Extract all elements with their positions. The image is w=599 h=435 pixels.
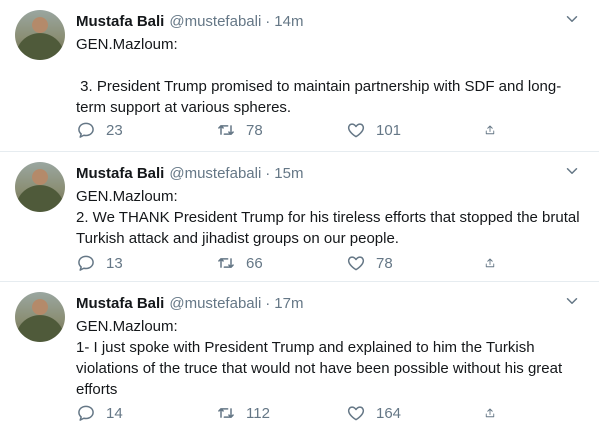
author-handle[interactable]: @mustefabali (169, 295, 261, 312)
tweet-header: Mustafa Bali @mustefabali · 14m (76, 10, 587, 32)
retweet-button[interactable]: 112 (216, 403, 346, 423)
reply-count: 23 (106, 121, 123, 139)
tweet[interactable]: Mustafa Bali @mustefabali · 15m GEN.Mazl… (0, 152, 599, 282)
timestamp[interactable]: 17m (274, 295, 303, 312)
reply-button[interactable]: 14 (76, 403, 216, 423)
share-button[interactable] (484, 253, 506, 273)
chevron-down-icon[interactable] (563, 292, 581, 310)
retweet-icon (218, 408, 234, 418)
reply-icon (78, 122, 94, 138)
like-button[interactable]: 78 (346, 253, 484, 273)
tweet-text: GEN.Mazloum: 1- I just spoke with Presid… (76, 318, 563, 398)
chevron-down-icon[interactable] (563, 162, 581, 180)
author-name[interactable]: Mustafa Bali (76, 13, 164, 30)
like-button[interactable]: 101 (346, 120, 484, 140)
share-icon (485, 258, 495, 268)
heart-icon (347, 406, 365, 421)
avatar[interactable] (15, 292, 65, 342)
author-handle[interactable]: @mustefabali (169, 13, 261, 30)
retweet-icon (218, 258, 234, 268)
retweet-count: 112 (246, 404, 270, 422)
tweet-actions: 14 112 164 (76, 402, 506, 424)
author-name[interactable]: Mustafa Bali (76, 295, 164, 312)
tweet-text: GEN.Mazloum: 3. President Trump promised… (76, 36, 562, 116)
avatar[interactable] (15, 162, 65, 212)
reply-icon (78, 405, 94, 421)
like-count: 78 (376, 254, 393, 272)
like-button[interactable]: 164 (346, 403, 484, 423)
author-name[interactable]: Mustafa Bali (76, 165, 164, 182)
tweet-text: GEN.Mazloum: 2. We THANK President Trump… (76, 188, 580, 247)
tweet-content: Mustafa Bali @mustefabali · 15m GEN.Mazl… (76, 162, 587, 249)
separator-dot: · (265, 12, 271, 30)
tweet-content: Mustafa Bali @mustefabali · 17m GEN.Mazl… (76, 292, 587, 400)
share-icon (485, 125, 495, 135)
heart-icon (347, 123, 365, 138)
timestamp[interactable]: 14m (274, 13, 303, 30)
chevron-down-icon[interactable] (563, 10, 581, 28)
author-handle[interactable]: @mustefabali (169, 165, 261, 182)
separator-dot: · (265, 294, 271, 312)
heart-icon (347, 256, 365, 271)
tweet-actions: 23 78 101 (76, 119, 506, 141)
tweet[interactable]: Mustafa Bali @mustefabali · 14m GEN.Mazl… (0, 0, 599, 152)
reply-button[interactable]: 23 (76, 120, 216, 140)
reply-icon (78, 255, 94, 271)
retweet-button[interactable]: 78 (216, 120, 346, 140)
retweet-count: 78 (246, 121, 263, 139)
separator-dot: · (265, 164, 271, 182)
reply-button[interactable]: 13 (76, 253, 216, 273)
share-button[interactable] (484, 120, 506, 140)
like-count: 164 (376, 404, 402, 422)
tweet-feed: Mustafa Bali @mustefabali · 14m GEN.Mazl… (0, 0, 599, 435)
share-button[interactable] (484, 403, 506, 423)
reply-count: 13 (106, 254, 123, 272)
tweet-content: Mustafa Bali @mustefabali · 14m GEN.Mazl… (76, 10, 587, 118)
avatar[interactable] (15, 10, 65, 60)
tweet-actions: 13 66 78 (76, 252, 506, 274)
tweet-header: Mustafa Bali @mustefabali · 17m (76, 292, 587, 314)
like-count: 101 (376, 121, 402, 139)
tweet[interactable]: Mustafa Bali @mustefabali · 17m GEN.Mazl… (0, 282, 599, 435)
share-icon (485, 408, 495, 418)
timestamp[interactable]: 15m (274, 165, 303, 182)
retweet-button[interactable]: 66 (216, 253, 346, 273)
reply-count: 14 (106, 404, 123, 422)
tweet-header: Mustafa Bali @mustefabali · 15m (76, 162, 587, 184)
retweet-icon (218, 125, 234, 135)
retweet-count: 66 (246, 254, 263, 272)
